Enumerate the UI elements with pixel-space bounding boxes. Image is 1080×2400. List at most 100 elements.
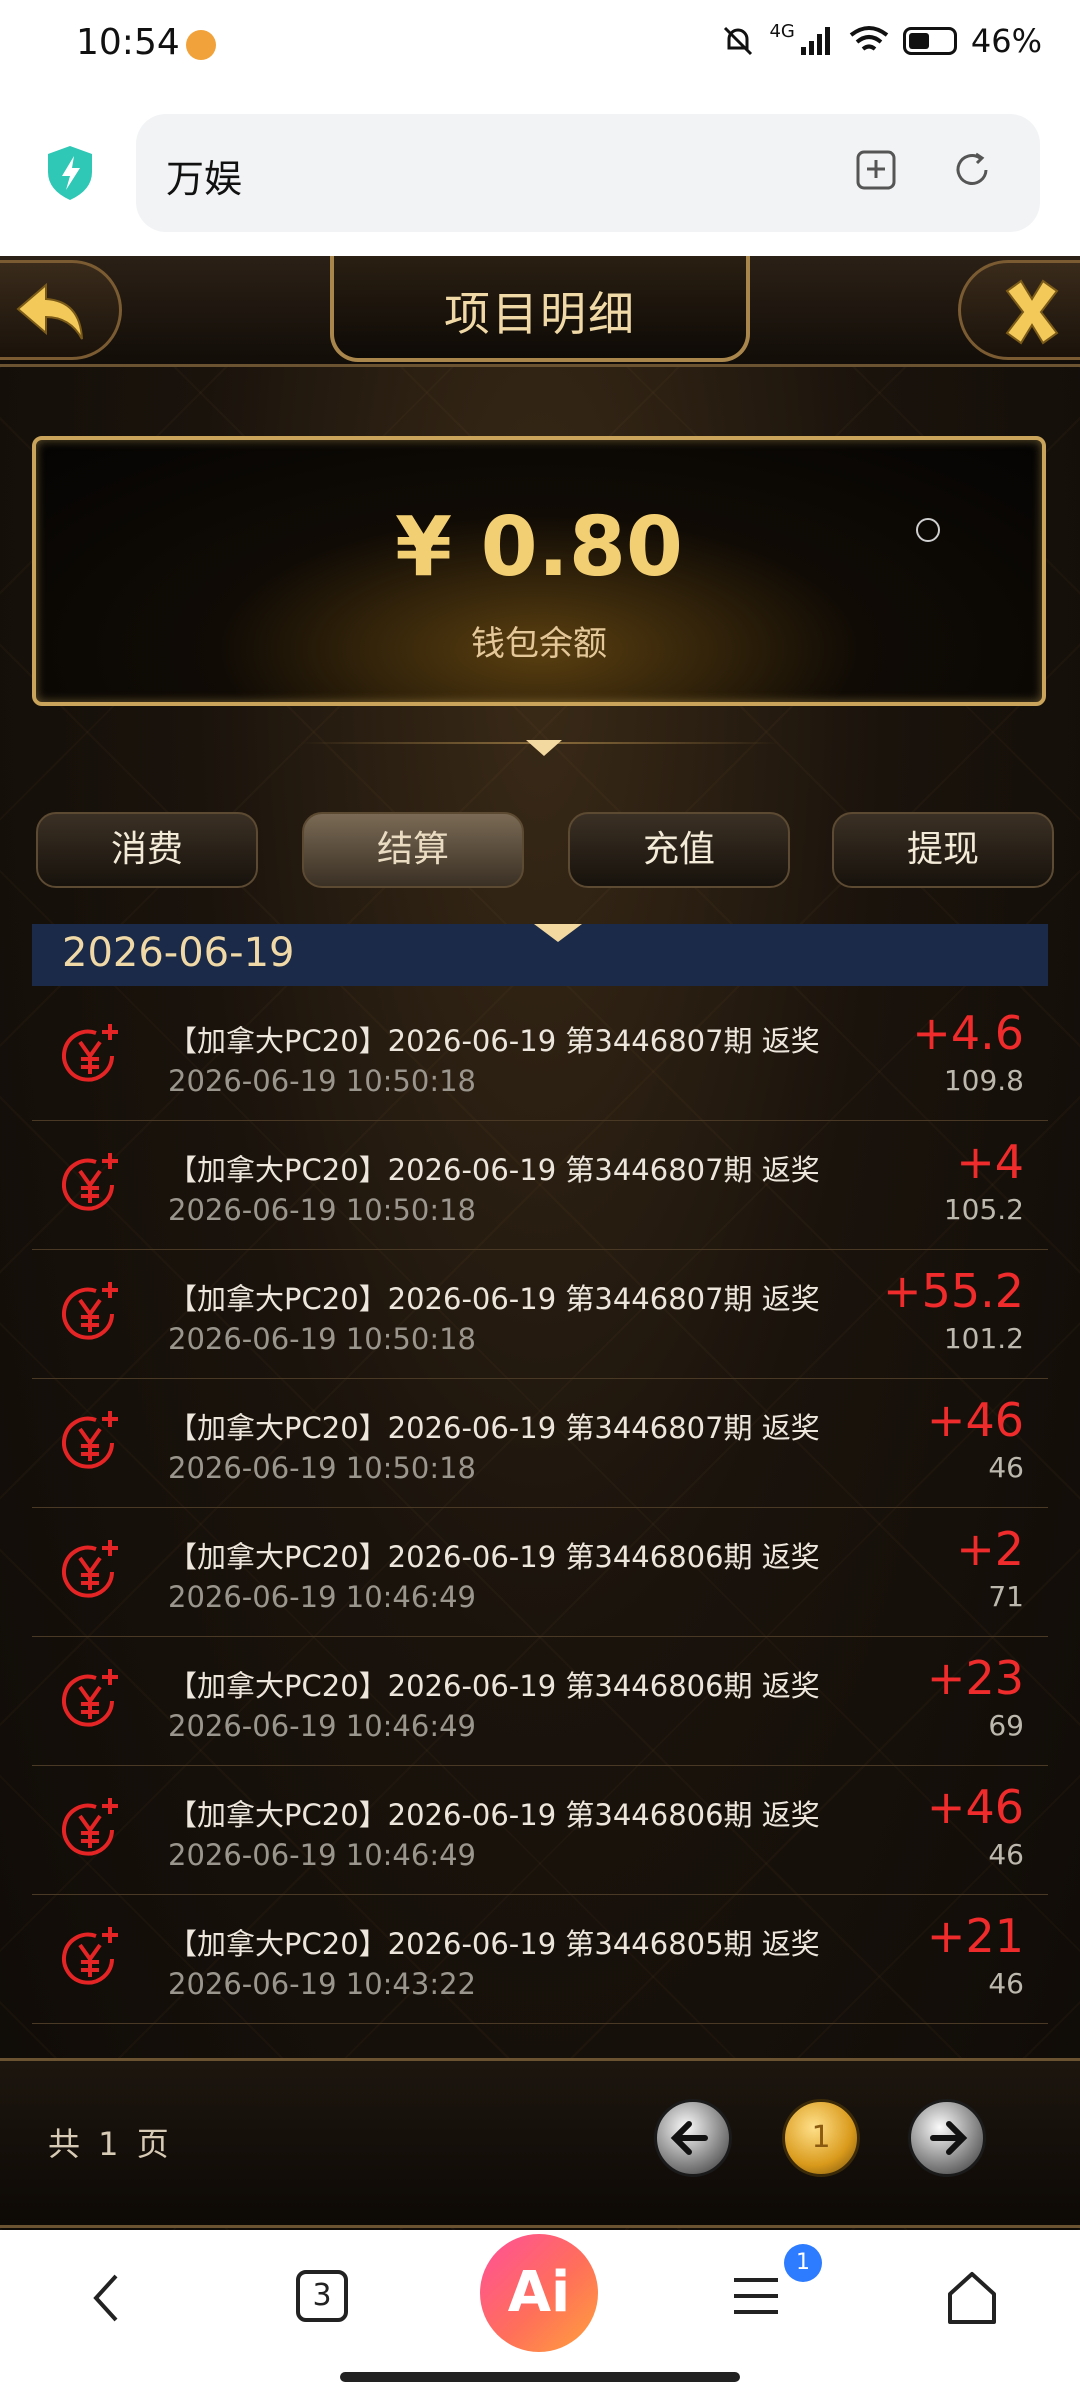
battery-percent: 46% <box>970 22 1042 60</box>
yuan-plus-icon <box>62 1282 118 1340</box>
pagination: 共 1 页 1 <box>0 2058 1080 2228</box>
current-page-button[interactable]: 1 <box>782 2099 860 2177</box>
record-time: 2026-06-19 10:50:18 <box>168 1322 476 1356</box>
yuan-plus-icon <box>62 1540 118 1598</box>
record-amount: +46 <box>926 1393 1024 1447</box>
record-title: 【加拿大PC20】2026-06-19 第3446806期 返奖 <box>168 1540 820 1574</box>
close-button[interactable] <box>958 260 1080 360</box>
tab-settle[interactable]: 结算 <box>302 812 524 888</box>
date-header-text: 2026-06-19 <box>62 930 295 976</box>
prev-page-button[interactable] <box>654 2099 732 2177</box>
record-amount: +55.2 <box>883 1264 1024 1318</box>
record-time: 2026-06-19 10:50:18 <box>168 1064 476 1098</box>
wifi-icon <box>849 26 889 51</box>
status-time: 10:54 <box>76 22 180 63</box>
back-nav-icon[interactable] <box>86 2270 126 2326</box>
yuan-plus-icon <box>62 1927 118 1985</box>
record-list: 【加拿大PC20】2026-06-19 第3446807期 返奖 2026-06-… <box>32 992 1048 2024</box>
record-row: 【加拿大PC20】2026-06-19 第3446805期 返奖 2026-06-… <box>32 1895 1048 2024</box>
yuan-plus-icon <box>62 1024 118 1082</box>
back-arrow-icon <box>16 282 83 340</box>
status-bar: 10:54 4G 46% <box>0 0 1080 96</box>
notification-emoji-icon <box>186 30 216 60</box>
record-balance: 71 <box>988 1580 1024 1613</box>
page-count: 共 1 页 <box>48 2125 173 2163</box>
record-amount: +23 <box>926 1651 1024 1705</box>
arrow-right-icon <box>930 2121 968 2155</box>
record-balance: 105.2 <box>943 1193 1024 1226</box>
mute-bell-icon <box>724 26 753 56</box>
shield-icon[interactable] <box>44 144 96 202</box>
record-row: 【加拿大PC20】2026-06-19 第3446806期 返奖 2026-06-… <box>32 1637 1048 1766</box>
yuan-plus-icon <box>62 1153 118 1211</box>
yuan-plus-icon <box>62 1411 118 1469</box>
wallet-label: 钱包余额 <box>471 624 607 664</box>
down-arrow-icon <box>526 740 562 756</box>
record-title: 【加拿大PC20】2026-06-19 第3446805期 返奖 <box>168 1927 820 1961</box>
page-content: 项目明细 ¥ 0.80 钱包余额 消费 结算 充值 提现 2026-06-19 … <box>0 256 1080 2230</box>
home-indicator <box>340 2372 740 2382</box>
page-header: 项目明细 <box>0 256 1080 367</box>
record-row: 【加拿大PC20】2026-06-19 第3446807期 返奖 2026-06-… <box>32 1250 1048 1379</box>
arrow-left-icon <box>670 2121 708 2155</box>
battery-icon <box>902 27 957 55</box>
tabs-button[interactable]: 3 <box>296 2270 348 2322</box>
tab-recharge[interactable]: 充值 <box>568 812 790 888</box>
network-label: 4G <box>769 20 795 42</box>
page-title: 项目明细 <box>444 287 636 341</box>
date-marker-icon <box>534 924 582 942</box>
record-title: 【加拿大PC20】2026-06-19 第3446807期 返奖 <box>168 1153 820 1187</box>
category-tabs: 消费 结算 充值 提现 <box>36 812 1056 890</box>
record-row: 【加拿大PC20】2026-06-19 第3446807期 返奖 2026-06-… <box>32 1121 1048 1250</box>
tab-consume[interactable]: 消费 <box>36 812 258 888</box>
record-title: 【加拿大PC20】2026-06-19 第3446807期 返奖 <box>168 1024 820 1058</box>
record-balance: 109.8 <box>943 1064 1024 1097</box>
menu-icon[interactable] <box>730 2270 782 2322</box>
back-button[interactable] <box>0 260 122 360</box>
yuan-plus-icon <box>62 1669 118 1727</box>
title-plate: 项目明细 <box>330 256 750 362</box>
record-balance: 46 <box>988 1451 1024 1484</box>
record-time: 2026-06-19 10:50:18 <box>168 1193 476 1227</box>
wallet-amount: ¥ 0.80 <box>395 500 683 595</box>
record-balance: 69 <box>988 1709 1024 1742</box>
record-time: 2026-06-19 10:43:22 <box>168 1967 476 2001</box>
record-time: 2026-06-19 10:46:49 <box>168 1709 476 1743</box>
close-icon <box>1005 279 1059 345</box>
ai-button[interactable]: Ai <box>480 2234 598 2352</box>
record-balance: 101.2 <box>943 1322 1024 1355</box>
record-row: 【加拿大PC20】2026-06-19 第3446806期 返奖 2026-06-… <box>32 1766 1048 1895</box>
add-bookmark-icon[interactable] <box>854 148 898 192</box>
record-row: 【加拿大PC20】2026-06-19 第3446807期 返奖 2026-06-… <box>32 1379 1048 1508</box>
record-time: 2026-06-19 10:46:49 <box>168 1838 476 1872</box>
record-row: 【加拿大PC20】2026-06-19 第3446806期 返奖 2026-06-… <box>32 1508 1048 1637</box>
record-amount: +4 <box>956 1135 1024 1189</box>
menu-badge: 1 <box>784 2244 822 2282</box>
record-title: 【加拿大PC20】2026-06-19 第3446807期 返奖 <box>168 1411 820 1445</box>
record-time: 2026-06-19 10:46:49 <box>168 1580 476 1614</box>
record-title: 【加拿大PC20】2026-06-19 第3446806期 返奖 <box>168 1669 820 1703</box>
status-icons: 4G 46% <box>721 20 1042 60</box>
record-title: 【加拿大PC20】2026-06-19 第3446806期 返奖 <box>168 1798 820 1832</box>
record-time: 2026-06-19 10:50:18 <box>168 1451 476 1485</box>
home-icon[interactable] <box>944 2270 1000 2326</box>
tab-withdraw[interactable]: 提现 <box>832 812 1054 888</box>
reload-icon[interactable] <box>950 148 994 192</box>
record-balance: 46 <box>988 1838 1024 1871</box>
browser-toolbar: 万娱 <box>0 96 1080 256</box>
signal-icon <box>800 27 830 55</box>
record-row: 【加拿大PC20】2026-06-19 第3446807期 返奖 2026-06-… <box>32 992 1048 1121</box>
record-amount: +2 <box>956 1522 1024 1576</box>
record-balance: 46 <box>988 1967 1024 2000</box>
address-bar[interactable]: 万娱 <box>136 114 1040 232</box>
current-page-number: 1 <box>811 2120 831 2155</box>
refresh-balance-icon[interactable] <box>916 518 940 542</box>
url-text[interactable]: 万娱 <box>166 148 242 203</box>
record-amount: +4.6 <box>912 1006 1024 1060</box>
wallet-balance-card: ¥ 0.80 钱包余额 <box>32 436 1046 706</box>
record-amount: +21 <box>926 1909 1024 1963</box>
record-title: 【加拿大PC20】2026-06-19 第3446807期 返奖 <box>168 1282 820 1316</box>
yuan-plus-icon <box>62 1798 118 1856</box>
record-amount: +46 <box>926 1780 1024 1834</box>
next-page-button[interactable] <box>908 2099 986 2177</box>
